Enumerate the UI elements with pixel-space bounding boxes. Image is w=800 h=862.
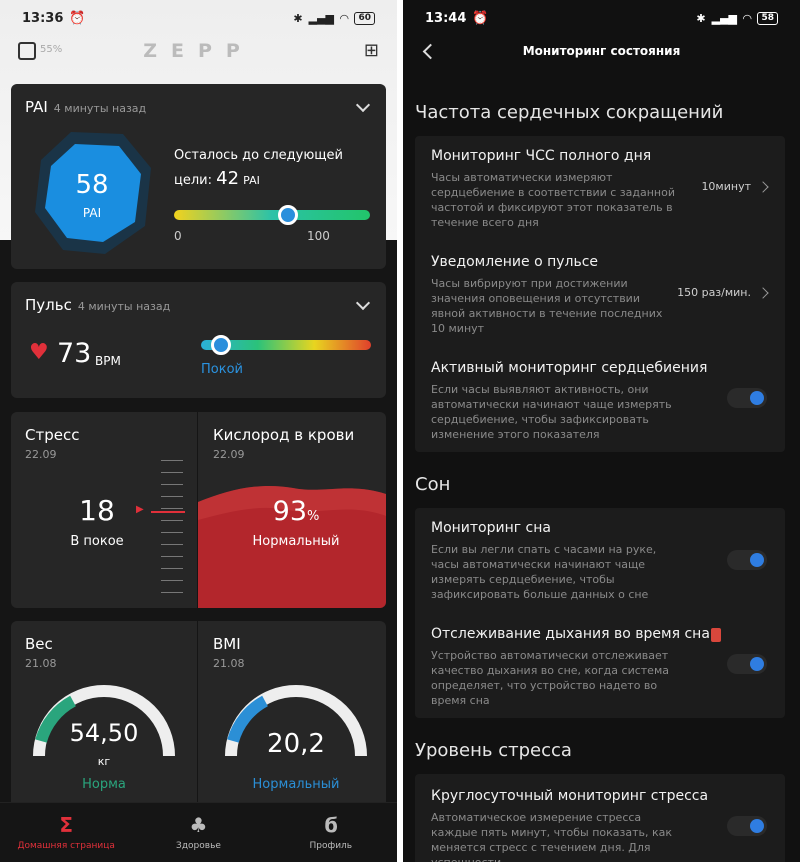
pai-card[interactable]: PAI 4 минуты назад 58 PAI Осталось до сле… xyxy=(11,84,386,269)
pulse-alert-value: 150 раз/мин. xyxy=(677,286,751,299)
oxygen-unit: % xyxy=(307,509,320,524)
breath-toggle[interactable] xyxy=(727,654,767,674)
oxygen-date: 22.09 xyxy=(213,448,245,461)
status-bar: 13:44 ⏰ ✱ ▂▄▆ ◠ 58 xyxy=(403,0,800,36)
tab-health[interactable]: ♣ Здоровье xyxy=(132,803,264,862)
breath-title: Отслеживание дыхания во время сна xyxy=(431,626,710,642)
profile-icon: ϭ xyxy=(323,813,338,837)
stress-mon-toggle[interactable] xyxy=(727,816,767,836)
hr-all-day-desc: Часы автоматически измеряют сердцебиение… xyxy=(431,171,675,229)
pai-goal-text: Осталось до следующей xyxy=(174,148,343,163)
right-screen: 13:44 ⏰ ✱ ▂▄▆ ◠ 58 Мониторинг состояния … xyxy=(403,0,800,862)
sleep-toggle[interactable] xyxy=(727,550,767,570)
stress-pointer-icon: ▶ xyxy=(136,504,144,515)
pai-time: 4 минуты назад xyxy=(53,102,147,115)
page-title: Мониторинг состояния xyxy=(522,44,681,58)
pai-value: 58 xyxy=(75,170,109,200)
status-bar: 13:36 ⏰ ✱ ▂▄▆ ◠ 60 xyxy=(0,0,397,36)
bmi-title: BMI xyxy=(213,635,241,653)
wifi-icon: ◠ xyxy=(340,11,349,25)
pulse-value: 73 xyxy=(57,338,92,369)
chevron-right-icon xyxy=(757,287,769,299)
breath-desc: Устройство автоматически отслеживает кач… xyxy=(431,649,669,707)
zepp-logo: ZEPP xyxy=(143,40,254,62)
pulse-alert-desc: Часы вибрируют при достижении значения о… xyxy=(431,277,663,335)
bluetooth-icon: ✱ xyxy=(293,11,303,25)
heart-icon: ♥ xyxy=(29,340,49,365)
sleep-title: Мониторинг сна xyxy=(431,520,551,536)
pulse-status: Покой xyxy=(201,362,243,377)
section-sleep: Сон xyxy=(415,474,451,495)
health-icon: ♣ xyxy=(189,813,208,837)
hr-all-day-value: 10минут xyxy=(701,180,751,193)
signal-icon: ▂▄▆ xyxy=(308,11,334,25)
weight-title: Вес xyxy=(25,635,53,653)
pai-title: PAI xyxy=(25,98,48,116)
pulse-title: Пульс xyxy=(25,296,72,314)
section-heart-rate: Частота сердечных сокращений xyxy=(415,102,724,123)
pulse-unit: BPM xyxy=(95,354,121,368)
pai-goal-prefix: цели: xyxy=(174,173,212,188)
heart-rate-card: Мониторинг ЧСС полного дня Часы автомати… xyxy=(415,136,785,452)
weight-date: 21.08 xyxy=(25,657,57,670)
pulse-alert-title: Уведомление о пульсе xyxy=(431,254,599,270)
stress-date: 22.09 xyxy=(25,448,57,461)
pulse-card[interactable]: Пульс 4 минуты назад ♥ 73 BPM Покой xyxy=(11,282,386,398)
tab-home[interactable]: Σ Домашняя страница xyxy=(0,803,132,862)
bmi-date: 21.08 xyxy=(213,657,245,670)
weight-status: Норма xyxy=(82,777,126,792)
status-time: 13:44 xyxy=(425,10,467,26)
active-hr-toggle[interactable] xyxy=(727,388,767,408)
oxygen-title: Кислород в крови xyxy=(213,426,355,444)
chevron-right-icon xyxy=(757,181,769,193)
weight-value: 54,50 xyxy=(69,719,139,747)
pai-progress-knob xyxy=(277,205,298,225)
home-icon: Σ xyxy=(59,813,73,837)
bottom-tab-bar: Σ Домашняя страница ♣ Здоровье ϭ Профиль xyxy=(0,802,397,862)
pai-unit: PAI xyxy=(82,206,102,220)
chevron-down-icon[interactable] xyxy=(355,295,371,311)
pai-max: 100 xyxy=(307,229,330,243)
stress-title: Стресс xyxy=(25,426,80,444)
bluetooth-icon: ✱ xyxy=(696,11,706,25)
grid-icon[interactable]: ⊞ xyxy=(364,40,379,61)
weight-unit: кг xyxy=(97,755,111,768)
sleep-desc: Если вы легли спать с часами на руке, ча… xyxy=(431,543,657,601)
bmi-status: Нормальный xyxy=(252,777,340,792)
section-stress: Уровень стресса xyxy=(415,740,572,761)
stress-card: Круглосуточный мониторинг стресса Автома… xyxy=(415,774,785,862)
oxygen-status: Нормальный xyxy=(252,534,340,549)
signal-icon: ▂▄▆ xyxy=(711,11,737,25)
battery-icon: 60 xyxy=(354,11,375,25)
stress-mon-desc: Автоматическое измерение стресса каждые … xyxy=(431,811,673,862)
stress-status: В покое xyxy=(70,534,124,549)
battery-icon: 58 xyxy=(757,11,778,25)
oxygen-value: 93 xyxy=(272,496,307,527)
alarm-icon: ⏰ xyxy=(472,10,489,26)
wifi-icon: ◠ xyxy=(743,11,752,25)
new-badge xyxy=(711,628,721,642)
stress-scale xyxy=(161,460,183,600)
pai-min: 0 xyxy=(174,229,182,243)
tab-profile[interactable]: ϭ Профиль xyxy=(265,803,397,862)
active-hr-title: Активный мониторинг сердцебиения xyxy=(431,360,708,376)
pai-goal-unit: PAI xyxy=(243,174,260,187)
bmi-value: 20,2 xyxy=(267,729,325,759)
alarm-icon: ⏰ xyxy=(69,10,86,26)
stress-oxygen-card[interactable]: Стресс 22.09 18 В покое ▶ Кислород в кро… xyxy=(11,412,386,608)
sleep-card: Мониторинг сна Если вы легли спать с час… xyxy=(415,508,785,718)
stress-marker xyxy=(151,511,185,513)
hr-all-day-title: Мониторинг ЧСС полного дня xyxy=(431,148,652,164)
status-time: 13:36 xyxy=(22,10,64,26)
left-screen: 13:36 ⏰ ✱ ▂▄▆ ◠ 60 55% ZEPP ⊞ PAI 4 минут… xyxy=(0,0,397,862)
pai-progress-bar xyxy=(174,210,370,220)
active-hr-desc: Если часы выявляют активность, они автом… xyxy=(431,383,672,441)
pulse-time: 4 минуты назад xyxy=(77,300,171,313)
weight-bmi-card[interactable]: Вес 21.08 54,50 кг Норма BMI 21.08 20,2 … xyxy=(11,621,386,811)
pulse-knob xyxy=(211,335,232,355)
pai-goal-value: 42 xyxy=(216,168,240,189)
stress-mon-title: Круглосуточный мониторинг стресса xyxy=(431,788,709,804)
chevron-down-icon[interactable] xyxy=(355,97,371,113)
